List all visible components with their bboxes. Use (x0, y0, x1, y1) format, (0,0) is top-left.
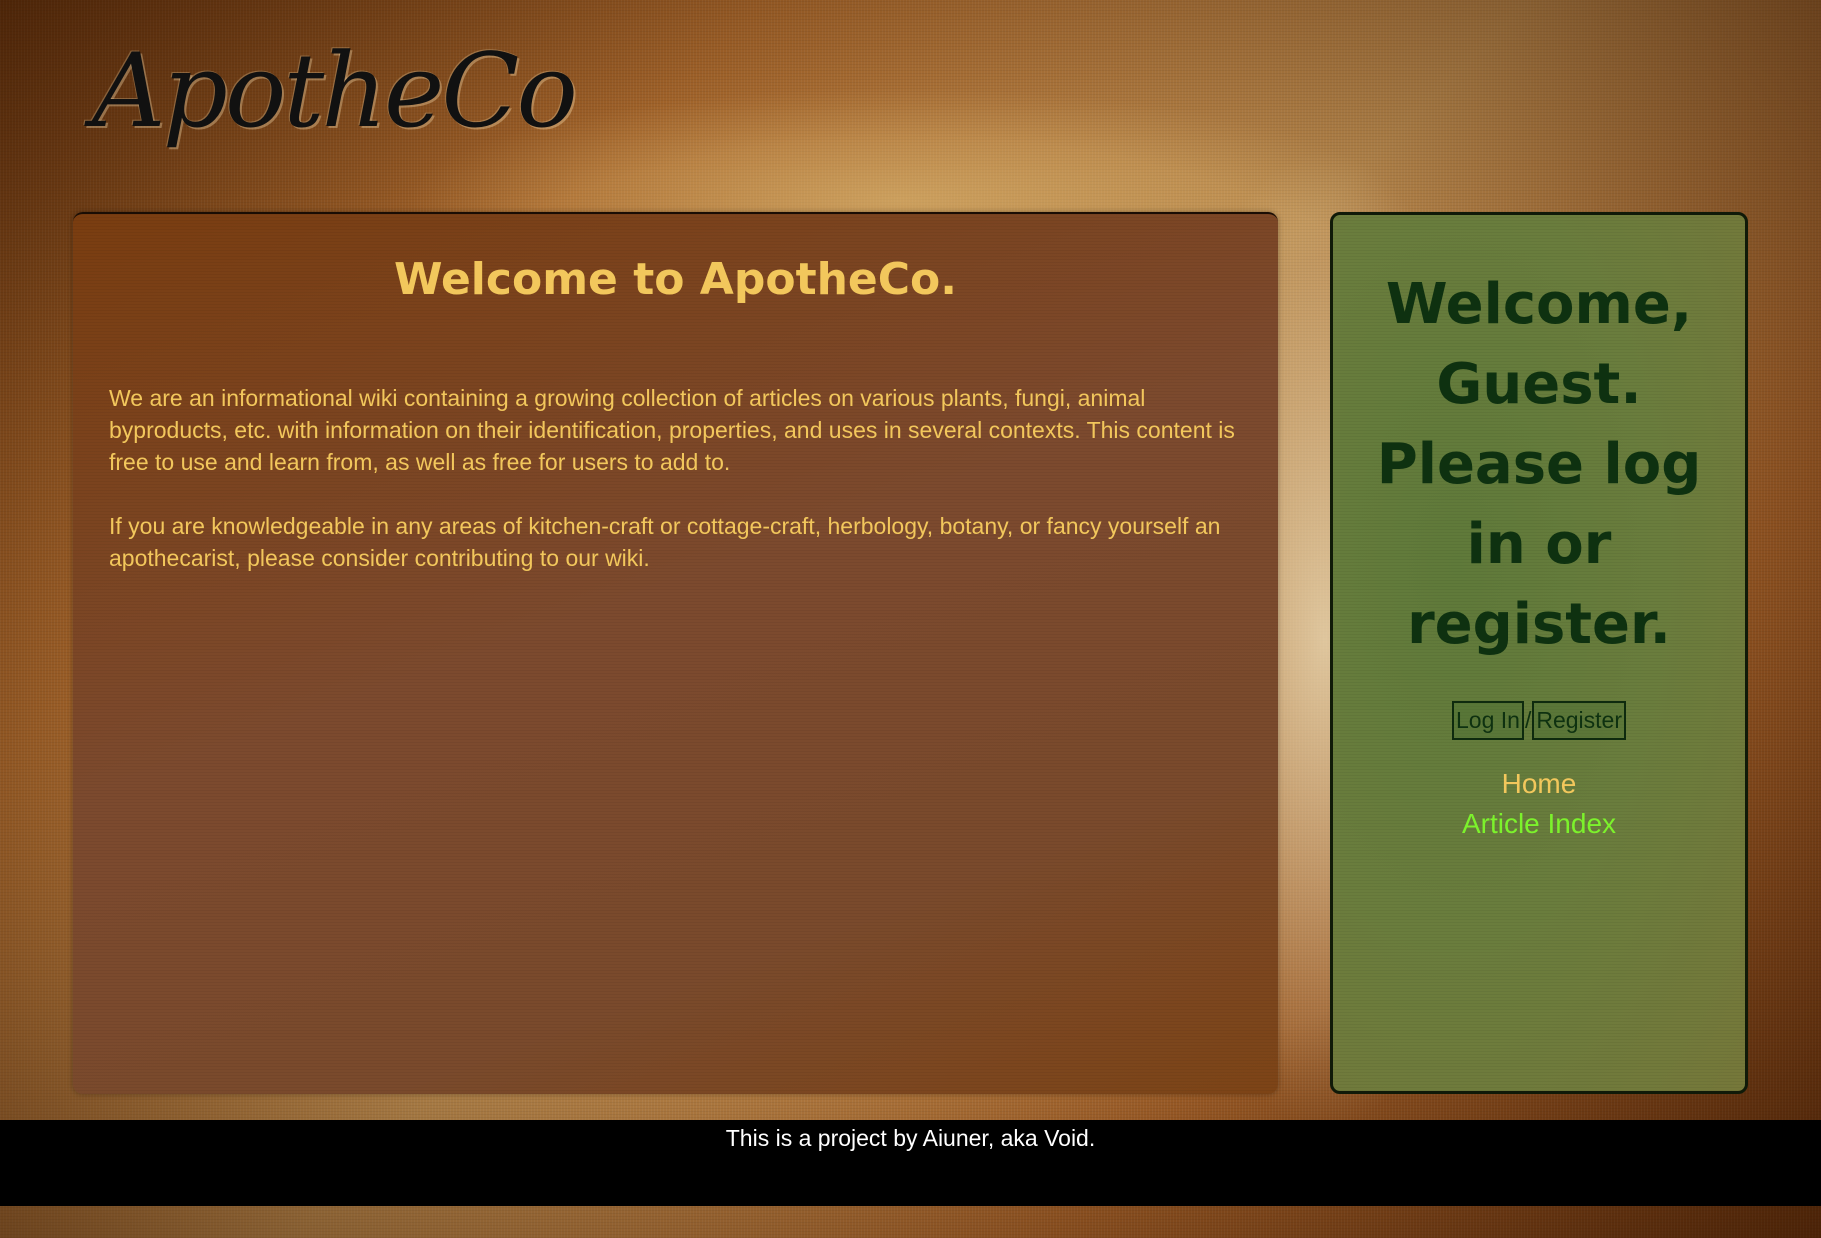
intro-paragraph: We are an informational wiki containing … (109, 385, 1235, 475)
site-logo[interactable]: ApotheCo (92, 22, 578, 162)
main-content-panel: Welcome to ApotheCo. We are an informati… (73, 212, 1278, 1094)
user-sidebar: Welcome, Guest. Please log in or registe… (1330, 212, 1748, 1094)
nav-link-article-index[interactable]: Article Index (1333, 804, 1745, 844)
guest-welcome-heading: Welcome, Guest. Please log in or registe… (1376, 272, 1702, 657)
footer-credit: This is a project by Aiuner, aka Void. (725, 1125, 1096, 1151)
nav-link-home[interactable]: Home (1333, 764, 1745, 804)
sidebar-nav: Home Article Index (1333, 764, 1745, 844)
register-button[interactable]: Register (1532, 701, 1626, 740)
page-title: Welcome to ApotheCo. (394, 254, 957, 305)
intro-text: We are an informational wiki containing … (109, 382, 1248, 606)
login-button[interactable]: Log In (1452, 701, 1524, 740)
contribute-paragraph: If you are knowledgeable in any areas of… (109, 513, 1221, 571)
site-footer: This is a project by Aiuner, aka Void. (0, 1120, 1821, 1206)
auth-links: Log In / Register (1333, 701, 1745, 740)
auth-separator: / (1524, 707, 1532, 733)
